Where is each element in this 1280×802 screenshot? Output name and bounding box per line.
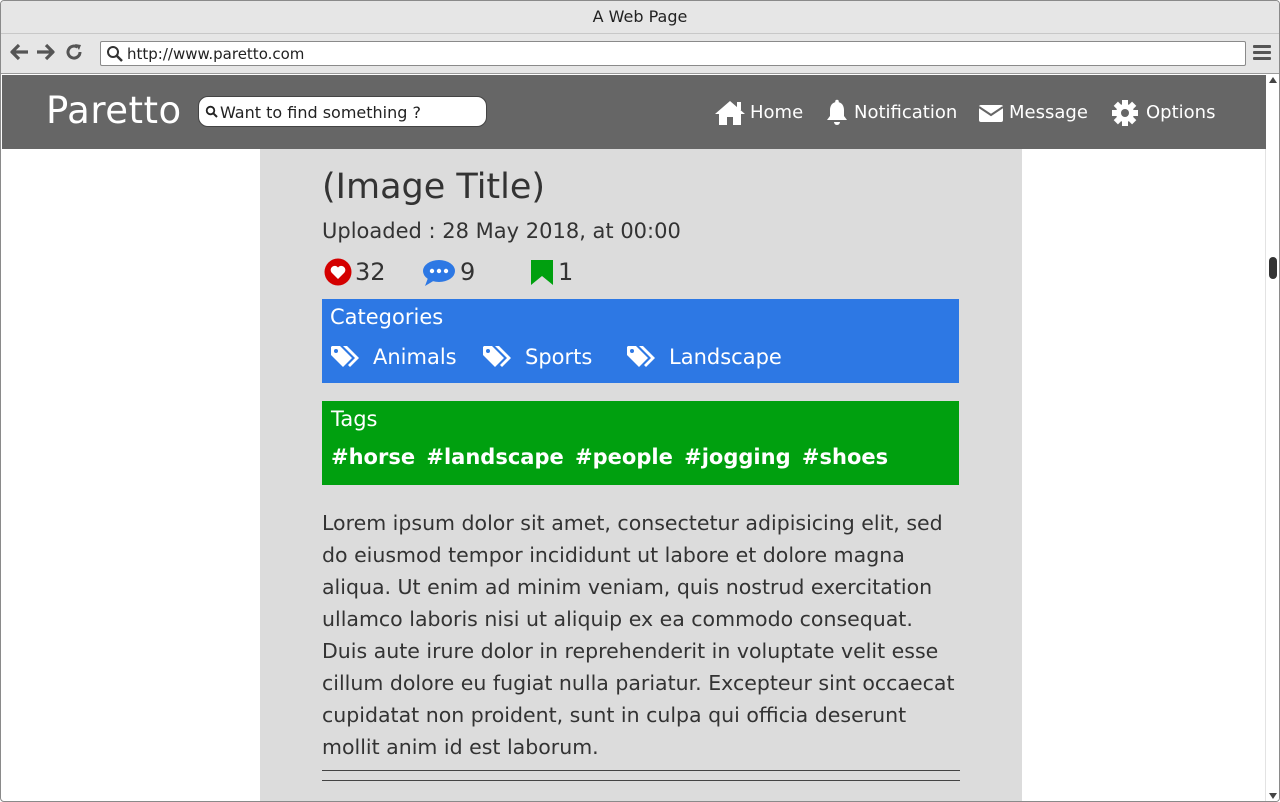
browser-window: A Web Page Paretto Home (0, 0, 1280, 802)
search-icon (107, 46, 123, 62)
category-sports[interactable]: Sports (482, 342, 592, 372)
like-count[interactable]: 32 (323, 257, 386, 287)
search-icon (205, 105, 218, 118)
tags-heading: Tags (331, 407, 378, 431)
scrollbar[interactable] (1265, 75, 1279, 801)
menu-home-label: Home (750, 102, 804, 123)
menu-message[interactable]: Message (977, 97, 1088, 129)
home-icon (715, 101, 745, 125)
categories-heading: Categories (330, 305, 444, 329)
image-title: (Image Title) (322, 167, 546, 207)
category-landscape[interactable]: Landscape (626, 342, 782, 372)
categories-box: Categories Animals Sports Landscape (322, 299, 959, 383)
upload-date: Uploaded : 28 May 2018, at 00:00 (322, 219, 681, 243)
scroll-down-icon[interactable] (1269, 793, 1277, 799)
scroll-up-icon[interactable] (1269, 77, 1277, 83)
site-header: Paretto Home Notification Message (2, 75, 1266, 149)
bookmark-count-value: 1 (558, 258, 574, 286)
tags-icon (483, 346, 511, 367)
tag-horse[interactable]: #horse (331, 445, 415, 469)
envelope-icon (978, 105, 1004, 122)
image-description: Lorem ipsum dolor sit amet, consectetur … (322, 511, 955, 759)
window-title: A Web Page (1, 1, 1279, 34)
site-logo[interactable]: Paretto (46, 89, 182, 132)
like-count-value: 32 (355, 258, 386, 286)
bookmark-count[interactable]: 1 (528, 257, 573, 287)
category-animals[interactable]: Animals (330, 342, 457, 372)
menu-home[interactable]: Home (714, 97, 803, 129)
bookmark-icon (531, 260, 553, 285)
category-label: Animals (373, 345, 457, 369)
forward-arrow-icon[interactable] (34, 42, 56, 64)
tags-icon (331, 346, 359, 367)
tags-box: Tags #horse #landscape #people #jogging … (322, 401, 959, 485)
comment-count[interactable]: 9 (422, 257, 475, 287)
menu-options-label: Options (1146, 102, 1216, 123)
heart-icon (324, 258, 352, 286)
menu-notification[interactable]: Notification (824, 97, 957, 129)
site-search[interactable] (198, 96, 487, 127)
menu-options[interactable]: Options (1110, 97, 1215, 129)
browser-toolbar (1, 34, 1279, 74)
post-panel: (Image Title) Uploaded : 28 May 2018, at… (260, 149, 1022, 801)
divider (322, 770, 960, 771)
comment-count-value: 9 (460, 258, 476, 286)
url-input[interactable] (127, 44, 1227, 64)
reload-icon[interactable] (63, 42, 85, 64)
category-label: Landscape (669, 345, 782, 369)
browser-menu-icon[interactable] (1253, 45, 1271, 61)
search-input[interactable] (220, 101, 480, 123)
bell-icon (827, 99, 847, 125)
menu-notification-label: Notification (854, 102, 958, 123)
tag-people[interactable]: #people (575, 445, 673, 469)
back-arrow-icon[interactable] (9, 42, 31, 64)
tags-icon (627, 346, 655, 367)
tags-list: #horse #landscape #people #jogging #shoe… (331, 445, 892, 469)
category-label: Sports (525, 345, 593, 369)
menu-message-label: Message (1009, 102, 1088, 123)
scroll-thumb[interactable] (1269, 257, 1277, 279)
tag-landscape[interactable]: #landscape (426, 445, 563, 469)
comment-icon (423, 260, 455, 286)
divider (322, 780, 960, 781)
tag-jogging[interactable]: #jogging (684, 445, 790, 469)
tag-shoes[interactable]: #shoes (802, 445, 888, 469)
url-bar[interactable] (100, 41, 1246, 66)
gear-icon (1112, 100, 1138, 126)
